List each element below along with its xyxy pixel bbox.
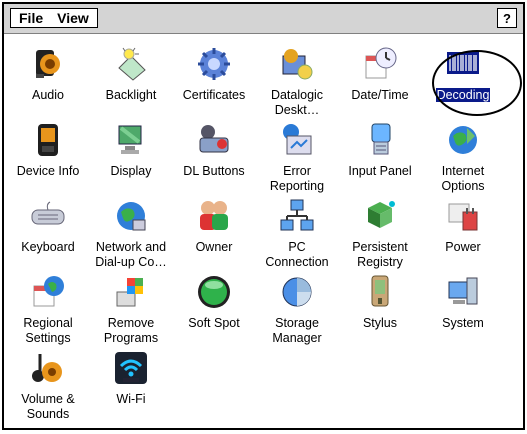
stylus-icon <box>339 274 421 310</box>
applet-label: Certificates <box>182 88 246 102</box>
audio-speaker-icon <box>7 46 89 82</box>
certificates-gear-icon <box>173 46 255 82</box>
soft-spot-icon <box>173 274 255 310</box>
applet-label: Stylus <box>362 316 398 330</box>
menu-group: File View <box>10 8 98 28</box>
network-globe-icon <box>90 198 172 234</box>
applet-label: Input Panel <box>348 164 412 178</box>
applet-datalogic-deskt[interactable]: Datalogic Deskt… <box>256 46 338 118</box>
power-icon <box>422 198 504 234</box>
device-info-icon <box>7 122 89 158</box>
applet-label: Wi-Fi <box>116 392 146 406</box>
help-button[interactable]: ? <box>497 8 517 28</box>
applet-label: Network and Dial-up Co… <box>95 240 167 269</box>
applet-error-reporting[interactable]: Error Reporting <box>256 122 338 194</box>
applet-power[interactable]: Power <box>422 198 504 255</box>
applet-owner[interactable]: Owner <box>173 198 255 255</box>
applet-certificates[interactable]: Certificates <box>173 46 255 103</box>
applet-label: Power <box>445 240 481 254</box>
applet-regional-settings[interactable]: Regional Settings <box>7 274 89 346</box>
applet-label: Decoding <box>435 88 491 102</box>
applet-system[interactable]: System <box>422 274 504 331</box>
applet-label: DL Buttons <box>183 164 245 178</box>
applet-label: Internet Options <box>441 164 485 193</box>
keyboard-icon <box>7 198 89 234</box>
applet-label: Keyboard <box>21 240 75 254</box>
applet-device-info[interactable]: Device Info <box>7 122 89 179</box>
regional-settings-icon <box>7 274 89 310</box>
applet-decoding[interactable]: Decoding <box>422 46 504 103</box>
file-menu[interactable]: File <box>19 10 43 26</box>
internet-options-globe-icon <box>422 122 504 158</box>
remove-programs-icon <box>90 274 172 310</box>
display-monitor-icon <box>90 122 172 158</box>
applet-label: Persistent Registry <box>352 240 408 269</box>
applet-backlight[interactable]: Backlight <box>90 46 172 103</box>
applet-persistent-registry[interactable]: Persistent Registry <box>339 198 421 270</box>
applet-wi-fi[interactable]: Wi-Fi <box>90 350 172 407</box>
applet-stylus[interactable]: Stylus <box>339 274 421 331</box>
barcode-decoding-icon <box>422 46 504 82</box>
view-menu[interactable]: View <box>57 10 89 26</box>
applet-label: Remove Programs <box>103 316 159 345</box>
applet-keyboard[interactable]: Keyboard <box>7 198 89 255</box>
applet-display[interactable]: Display <box>90 122 172 179</box>
applet-volume-sounds[interactable]: Volume & Sounds <box>7 350 89 422</box>
applet-label: Regional Settings <box>23 316 73 345</box>
owner-people-icon <box>173 198 255 234</box>
date-time-clock-icon <box>339 46 421 82</box>
applet-label: Display <box>110 164 152 178</box>
applet-date-time[interactable]: Date/Time <box>339 46 421 103</box>
menubar: File View ? <box>4 4 523 34</box>
applet-label: System <box>442 316 484 330</box>
applet-label: Date/Time <box>351 88 409 102</box>
system-icon <box>422 274 504 310</box>
backlight-bulb-icon <box>90 46 172 82</box>
applet-label: Storage Manager <box>272 316 322 345</box>
applet-storage-manager[interactable]: Storage Manager <box>256 274 338 346</box>
dl-buttons-icon <box>173 122 255 158</box>
wifi-icon <box>90 350 172 386</box>
applet-network-and-dial-up-co[interactable]: Network and Dial-up Co… <box>90 198 172 270</box>
storage-manager-icon <box>256 274 338 310</box>
applet-soft-spot[interactable]: Soft Spot <box>173 274 255 331</box>
applet-pc-connection[interactable]: PC Connection <box>256 198 338 270</box>
applet-label: Error Reporting <box>269 164 325 193</box>
applet-remove-programs[interactable]: Remove Programs <box>90 274 172 346</box>
applet-label: Datalogic Deskt… <box>270 88 324 117</box>
input-panel-icon <box>339 122 421 158</box>
applet-label: PC Connection <box>265 240 329 269</box>
applet-input-panel[interactable]: Input Panel <box>339 122 421 179</box>
error-reporting-icon <box>256 122 338 158</box>
volume-sounds-icon <box>7 350 89 386</box>
applet-label: Soft Spot <box>188 316 240 330</box>
datalogic-desktop-icon <box>256 46 338 82</box>
persistent-registry-icon <box>339 198 421 234</box>
applet-label: Volume & Sounds <box>21 392 75 421</box>
applet-label: Backlight <box>105 88 157 102</box>
applet-label: Owner <box>195 240 233 254</box>
pc-connection-icon <box>256 198 338 234</box>
applet-audio[interactable]: Audio <box>7 46 89 103</box>
applet-label: Device Info <box>16 164 80 178</box>
applet-dl-buttons[interactable]: DL Buttons <box>173 122 255 179</box>
applet-internet-options[interactable]: Internet Options <box>422 122 504 194</box>
applet-label: Audio <box>32 88 64 102</box>
control-panel-window: File View ? Audio Backlight Certificates Da… <box>2 2 525 430</box>
